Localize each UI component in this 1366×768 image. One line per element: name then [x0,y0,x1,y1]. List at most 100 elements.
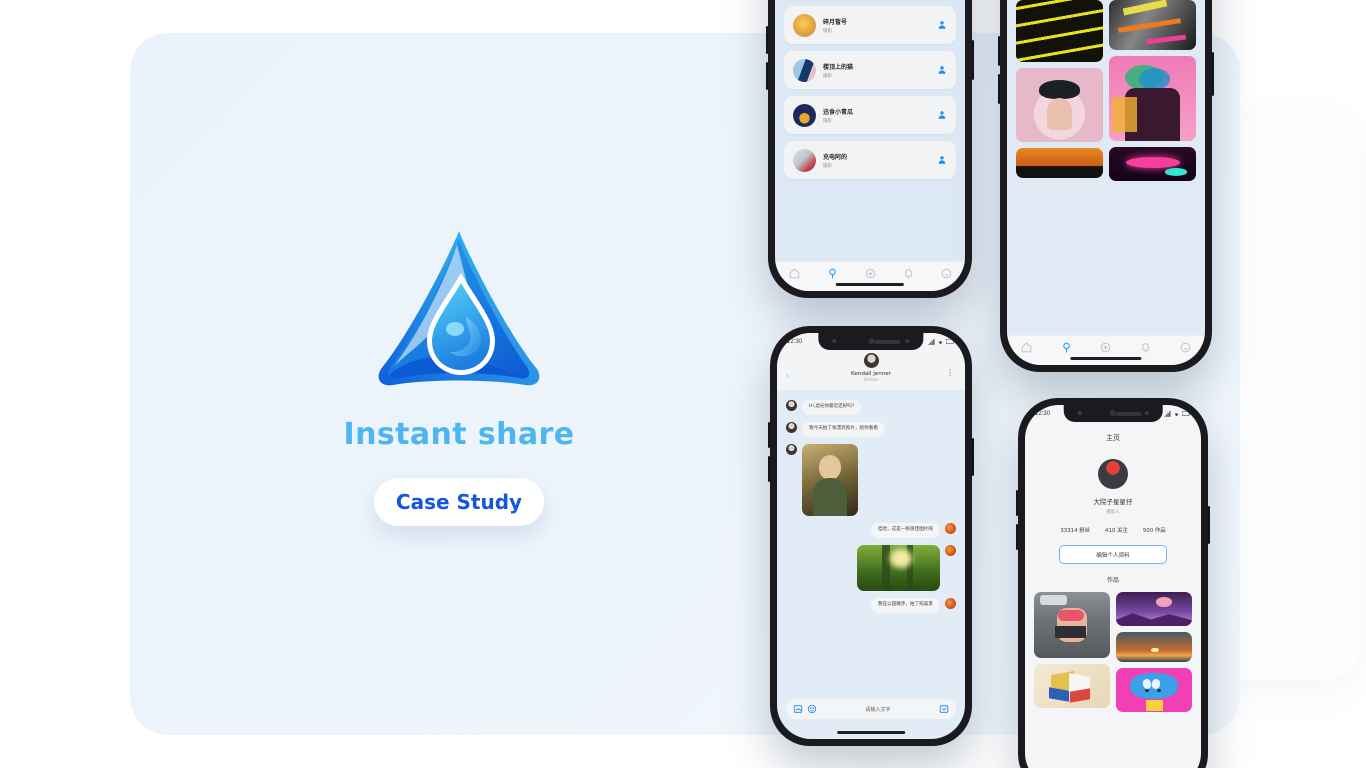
wifi-icon [938,340,943,344]
photo-tile[interactable] [1016,0,1103,62]
user-name: 大院子星星仔 [1093,498,1133,506]
case-study-button[interactable]: Case Study [374,478,544,526]
profile-stats: 33314 粉丝 410 关注 500 作品 [1025,526,1201,534]
power-button[interactable] [1212,52,1214,96]
avatar [945,522,956,534]
add-person-icon[interactable] [937,155,947,165]
search-icon[interactable] [826,267,839,280]
avatar[interactable] [863,353,879,368]
list-item[interactable]: 充电阿的 摄影 [784,141,956,179]
home-icon[interactable] [788,267,801,280]
creator-subtitle: 摄影 [823,73,832,79]
photo-tile[interactable] [1016,68,1103,142]
photo-tile[interactable] [1016,148,1103,178]
avatar [945,544,956,556]
stat-followers: 33314 粉丝 [1060,528,1091,534]
photo-tile[interactable] [1109,147,1196,181]
creator-subtitle: 摄影 [823,118,832,124]
power-button[interactable] [972,40,974,80]
volume-up-button[interactable] [998,36,1000,66]
bell-icon[interactable] [902,267,915,280]
avatar [793,58,816,82]
list-item[interactable]: 楼顶上的猫 摄影 [784,51,956,89]
image-icon[interactable] [793,704,803,714]
bell-icon[interactable] [1139,341,1152,354]
volume-up-button[interactable] [768,422,770,448]
avatar[interactable] [1098,459,1128,489]
creator-subtitle: 摄影 [823,163,832,169]
list-item[interactable]: 迅食小青瓜 摄影 [784,96,956,134]
plus-circle-icon[interactable] [1099,341,1112,354]
message-row: 我在公园散步，拍了照美景 [786,597,956,613]
add-person-icon[interactable] [937,65,947,75]
profile-icon[interactable] [940,267,953,280]
signal-icon [928,338,935,345]
profile-icon[interactable] [1179,341,1192,354]
emoji-icon[interactable] [807,704,817,714]
message-bubble: Hi,滤光你最近还好吗? [802,400,862,415]
add-person-icon[interactable] [937,110,947,120]
power-button[interactable] [972,438,974,476]
chevron-left-icon[interactable]: ‹ [786,370,789,380]
message-image[interactable] [857,544,940,591]
wifi-icon [1174,412,1179,416]
home-icon[interactable] [1020,341,1033,354]
triangle-droplet-logo [369,225,549,397]
volume-up-button[interactable] [766,26,768,54]
stat-works: 500 作品 [1142,528,1166,534]
status-time: 12:30 [787,338,803,345]
status-icons [1164,410,1191,417]
creator-name: 碎月暂号 [823,18,848,26]
edit-profile-button[interactable]: 编辑个人资料 [1059,545,1167,564]
photo-grid [1007,0,1205,181]
message-row: 我今天拍了张漂亮照片，给你看看 [786,421,956,437]
message-row [786,544,956,591]
power-button[interactable] [1208,506,1210,544]
send-icon[interactable] [939,704,949,714]
message-list: Hi,滤光你最近还好吗? 我今天拍了张漂亮照片，给你看看 哇哈，这是一张很佳图片… [777,390,965,613]
section-title-works: 作品 [1106,577,1119,584]
work-tile[interactable] [1034,592,1110,658]
avatar [786,421,797,433]
chat-text-input[interactable]: 请输入文字 [821,706,935,713]
chat-input-bar[interactable]: 请输入文字 [786,699,956,719]
bottom-nav [775,261,965,291]
volume-down-button[interactable] [998,74,1000,104]
page-title: 主页 [1106,434,1120,442]
status-time: 12:30 [1035,410,1051,417]
battery-icon [946,339,955,344]
battery-icon [1182,411,1191,416]
volume-up-button[interactable] [1016,490,1018,516]
works-grid [1025,584,1201,712]
avatar [793,148,816,172]
photo-tile[interactable] [1109,0,1196,50]
message-bubble: 哇哈，这是一张很佳图片呢 [870,522,940,538]
notch [818,333,924,350]
message-row: 哇哈，这是一张很佳图片呢 [786,522,956,538]
contact-name: Kendall jenner [850,371,892,377]
work-tile[interactable] [1116,592,1192,626]
list-item[interactable]: 碎月暂号 摄影 [784,6,956,44]
add-person-icon[interactable] [937,20,947,30]
volume-down-button[interactable] [768,456,770,482]
search-icon[interactable] [1060,341,1073,354]
volume-down-button[interactable] [1016,524,1018,550]
avatar [945,597,956,609]
creator-name: 迅食小青瓜 [823,108,854,116]
message-bubble: 我在公园散步，拍了照美景 [870,597,940,613]
volume-down-button[interactable] [766,62,768,90]
creator-subtitle: 摄影 [823,28,832,34]
work-tile[interactable] [1116,668,1192,712]
message-bubble: 我今天拍了张漂亮照片，给你看看 [802,421,885,437]
plus-circle-icon[interactable] [864,267,877,280]
notch [1063,405,1163,422]
work-tile[interactable] [1034,664,1110,708]
work-tile[interactable] [1116,632,1192,662]
phone-profile: 12:30 主页 大院子星星仔 摄影人 33314 粉丝 410 关注 500 … [1016,398,1210,768]
avatar [786,443,797,455]
photo-tile[interactable] [1109,56,1196,141]
more-vertical-icon[interactable]: ⋮ [946,369,954,377]
message-image[interactable] [802,443,858,516]
phone-chat: 12:30 ‹ Kendall jenner Online ⋮ Hi,滤光你最近… [768,326,974,746]
avatar [793,13,816,37]
